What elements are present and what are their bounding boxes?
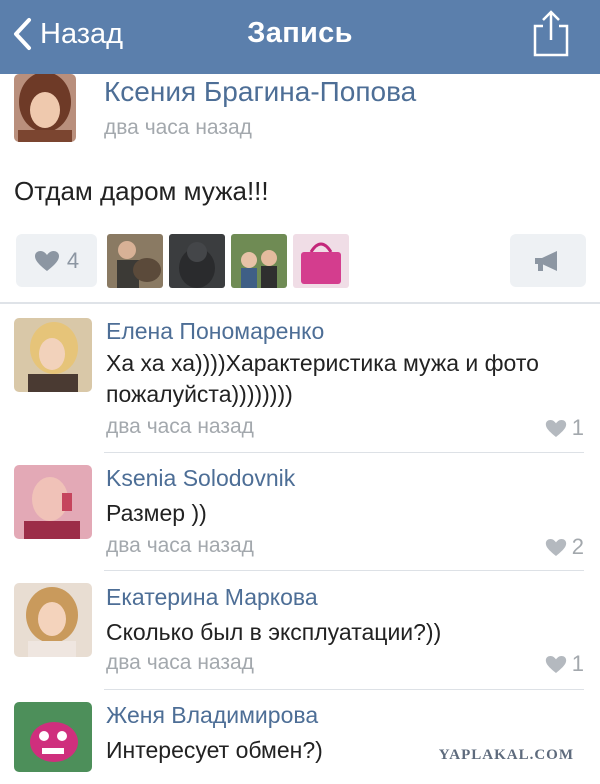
repost-button[interactable] <box>510 234 586 287</box>
comment-author[interactable]: Елена Пономаренко <box>106 318 324 345</box>
attachment-photo[interactable] <box>293 234 349 288</box>
comment-text: Ха ха ха))))Характеристика мужа и фото п… <box>106 350 539 407</box>
comment: Елена Пономаренко Ха ха ха))))Характерис… <box>0 304 600 452</box>
comment-author[interactable]: Женя Владимирова <box>106 702 318 729</box>
post-text: Отдам даром мужа!!! <box>14 176 269 206</box>
comment-avatar[interactable] <box>14 318 92 392</box>
share-button[interactable] <box>530 8 572 58</box>
comment-like-count: 2 <box>571 534 584 559</box>
avatar[interactable] <box>14 74 76 142</box>
comment-like-button[interactable]: 1 <box>545 651 584 677</box>
comment-like-count: 1 <box>571 415 584 440</box>
comment-avatar[interactable] <box>14 702 92 772</box>
comment-like-count: 1 <box>571 651 584 676</box>
watermark: YAPLAKAL.COM <box>438 747 574 763</box>
comment-time: два часа назад <box>106 651 254 674</box>
attachment-photo[interactable] <box>107 234 163 288</box>
comment-avatar[interactable] <box>14 465 92 539</box>
like-count: 4 <box>66 247 80 273</box>
post: Ксения Брагина-Попова два часа назад Отд… <box>0 74 600 302</box>
post-time: два часа назад <box>104 116 252 139</box>
heart-icon <box>545 419 566 437</box>
post-author[interactable]: Ксения Брагина-Попова <box>104 76 416 108</box>
page-title: Запись <box>247 17 353 49</box>
comment-author[interactable]: Екатерина Маркова <box>106 584 318 611</box>
comment-author[interactable]: Ksenia Solodovnik <box>106 465 295 492</box>
heart-icon <box>545 538 566 556</box>
comment-time: два часа назад <box>106 534 254 557</box>
comment-text: Сколько был в эксплуатации?)) <box>106 619 442 645</box>
comment: Ksenia Solodovnik Размер )) два часа наз… <box>0 453 600 570</box>
heart-icon <box>34 250 59 271</box>
comment: Женя Владимирова Интересует обмен?) <box>0 690 600 784</box>
attachment-photo[interactable] <box>169 234 225 288</box>
attachment-photo[interactable] <box>231 234 287 288</box>
comment-like-button[interactable]: 2 <box>545 534 584 560</box>
share-icon <box>533 10 569 57</box>
comment-like-button[interactable]: 1 <box>545 415 584 441</box>
like-button[interactable]: 4 <box>16 234 97 287</box>
comment-text: Размер )) <box>106 500 207 526</box>
megaphone-icon <box>535 250 557 271</box>
comment-time: два часа назад <box>106 415 254 438</box>
comment-avatar[interactable] <box>14 583 92 657</box>
comment: Екатерина Маркова Сколько был в эксплуат… <box>0 571 600 689</box>
heart-icon <box>545 655 566 673</box>
navigation-bar: Назад Запись <box>0 0 600 74</box>
